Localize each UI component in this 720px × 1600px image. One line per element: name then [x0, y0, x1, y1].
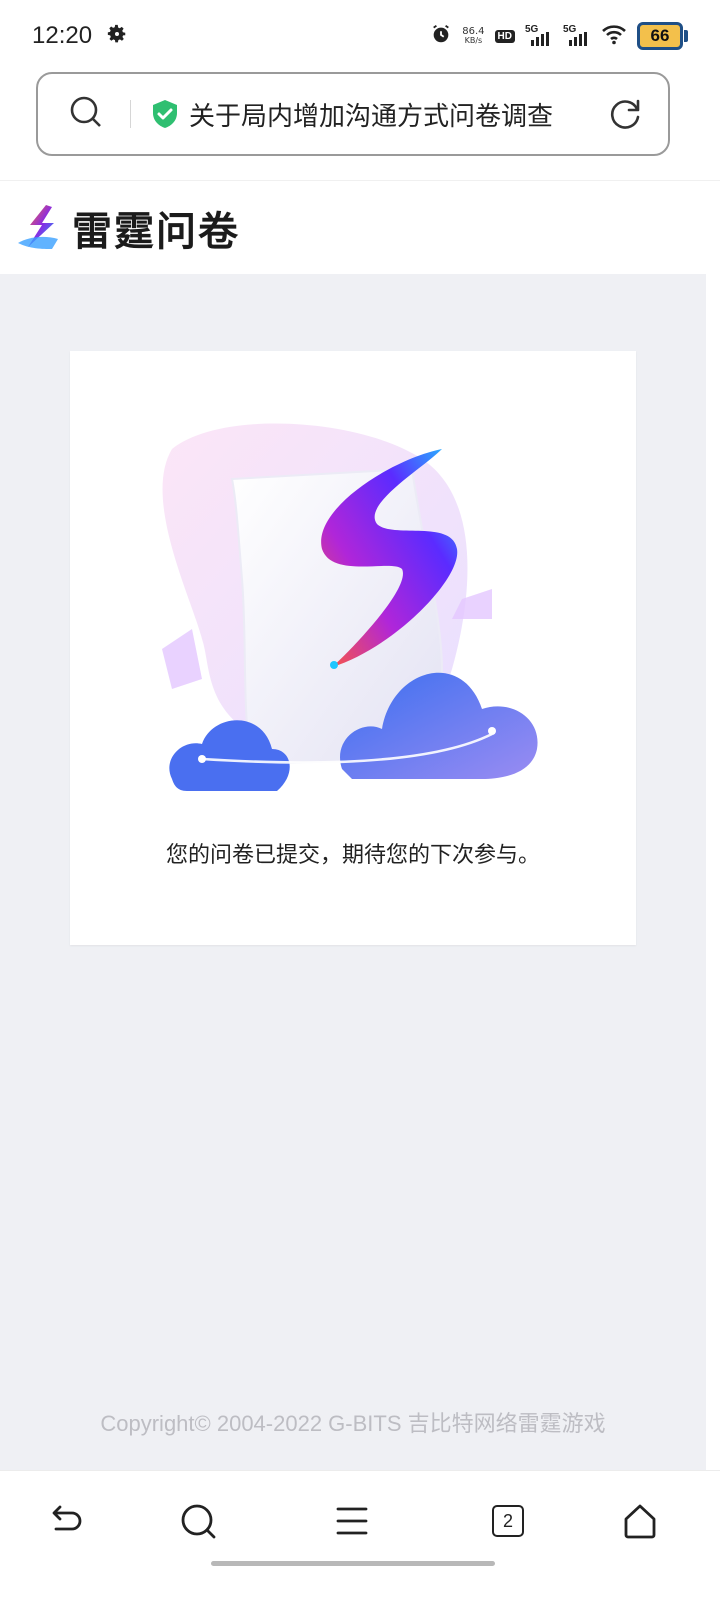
wifi-icon — [601, 23, 627, 49]
search-icon[interactable] — [176, 1499, 220, 1543]
menu-icon[interactable] — [330, 1499, 374, 1543]
signal-icon: 5G — [525, 24, 553, 46]
status-time: 12:20 — [32, 22, 93, 49]
battery-level: 66 — [637, 22, 683, 50]
status-bar: 12:20 86.4 KB/s HD 5G 5G 66 — [0, 0, 720, 72]
signal-label: 5G — [563, 24, 577, 35]
secure-shield-icon[interactable] — [149, 98, 181, 130]
alarm-icon — [430, 23, 452, 49]
status-right: 86.4 KB/s HD 5G 5G 66 — [430, 22, 688, 50]
reload-icon[interactable] — [606, 95, 644, 133]
home-icon[interactable] — [618, 1499, 662, 1543]
bottom-navigation: 2 — [0, 1470, 720, 1600]
site-header: 雷霆问卷 — [0, 180, 720, 274]
network-speed-unit: KB/s — [464, 36, 483, 45]
hd-icon: HD — [494, 29, 515, 43]
status-left: 12:20 — [32, 22, 128, 50]
back-icon[interactable] — [44, 1499, 88, 1543]
logo-icon[interactable] — [16, 203, 62, 253]
signal-icon: 5G — [563, 24, 591, 46]
search-icon[interactable] — [68, 94, 104, 134]
submitted-illustration — [162, 419, 552, 809]
page-title-in-address-bar[interactable]: 关于局内增加沟通方式问卷调查 — [189, 96, 579, 133]
signal-label: 5G — [525, 24, 539, 35]
network-speed: 86.4 KB/s — [462, 27, 484, 45]
address-bar[interactable]: 关于局内增加沟通方式问卷调查 — [36, 72, 670, 156]
logo-text[interactable]: 雷霆问卷 — [72, 199, 240, 257]
address-divider — [130, 100, 131, 128]
submission-message: 您的问卷已提交，期待您的下次参与。 — [165, 843, 540, 868]
tabs-count[interactable]: 2 — [492, 1505, 524, 1537]
home-indicator[interactable] — [211, 1561, 495, 1566]
tabs-icon[interactable]: 2 — [486, 1499, 530, 1543]
main-content: 您的问卷已提交，期待您的下次参与。 Copyright© 2004-2022 G… — [0, 274, 706, 1470]
copyright-text: Copyright© 2004-2022 G-BITS 吉比特网络雷霆游戏 — [100, 1411, 606, 1436]
settings-gear-icon — [106, 23, 128, 49]
battery-icon: 66 — [637, 22, 688, 50]
submission-card: 您的问卷已提交，期待您的下次参与。 — [70, 351, 636, 945]
